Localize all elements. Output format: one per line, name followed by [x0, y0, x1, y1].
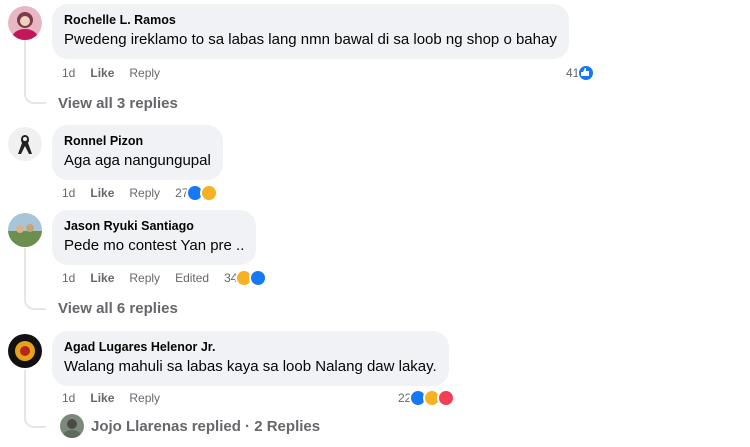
comment-time[interactable]: 1d [62, 271, 75, 285]
avatar-image [8, 127, 42, 161]
thread-curve [24, 296, 46, 310]
replies-summary-link[interactable]: Jojo Llarenas replied · 2 Replies [60, 414, 320, 438]
haha-icon [200, 184, 219, 202]
comment-author[interactable]: Ronnel Pizon [64, 133, 211, 149]
like-button[interactable]: Like [90, 271, 114, 285]
reaction-count[interactable]: 34 [224, 269, 268, 287]
love-icon [437, 389, 456, 407]
avatar-image [60, 414, 84, 438]
reply-button[interactable]: Reply [129, 391, 160, 405]
thread-curve [24, 414, 46, 428]
avatar[interactable] [8, 334, 42, 368]
avatar[interactable] [8, 213, 42, 247]
reaction-count[interactable]: 22 [398, 389, 456, 407]
comment-author[interactable]: Agad Lugares Helenor Jr. [64, 339, 437, 355]
view-replies-link[interactable]: View all 3 replies [58, 95, 178, 112]
comment-bubble: Agad Lugares Helenor Jr. Walang mahuli s… [52, 331, 449, 386]
reply-button[interactable]: Reply [129, 66, 160, 80]
like-button[interactable]: Like [90, 391, 114, 405]
comment-bubble: Jason Ryuki Santiago Pede mo contest Yan… [52, 210, 257, 265]
avatar-image [8, 213, 42, 247]
comment-actions: 1d Like Reply 27 [62, 184, 219, 202]
comment-time[interactable]: 1d [62, 186, 75, 200]
comment-actions: 1d Like Reply Edited 34 [62, 269, 268, 287]
thread-line [24, 248, 26, 300]
view-replies-link[interactable]: View all 6 replies [58, 300, 178, 317]
replier-name: Jojo Llarenas [91, 417, 188, 435]
thread-curve [24, 90, 46, 104]
like-icon [577, 64, 596, 82]
comment-text: Pwedeng ireklamo to sa labas lang nmn ba… [64, 31, 557, 48]
comment-actions: 1d Like Reply [62, 65, 175, 81]
reaction-count[interactable]: 41 [566, 64, 596, 82]
thread-line [24, 370, 26, 418]
reply-button[interactable]: Reply [129, 271, 160, 285]
comment-bubble: Rochelle L. Ramos Pwedeng ireklamo to sa… [52, 4, 569, 59]
comment-bubble: Ronnel Pizon Aga aga nangungupal [52, 125, 223, 180]
edited-label: Edited [175, 271, 210, 285]
comment-text: Aga aga nangungupal [64, 152, 211, 169]
comment-author[interactable]: Jason Ryuki Santiago [64, 218, 244, 234]
reply-avatar [60, 414, 84, 438]
comment-author[interactable]: Rochelle L. Ramos [64, 12, 557, 28]
reaction-count[interactable]: 27 [175, 184, 219, 202]
comment-text: Pede mo contest Yan pre .. [64, 237, 245, 254]
like-icon [249, 269, 268, 287]
comment-time[interactable]: 1d [62, 66, 75, 80]
comment-text: Walang mahuli sa labas kaya sa loob Nala… [64, 358, 437, 375]
comment-time[interactable]: 1d [62, 391, 75, 405]
thread-line [24, 40, 26, 94]
like-button[interactable]: Like [90, 66, 114, 80]
like-button[interactable]: Like [90, 186, 114, 200]
avatar[interactable] [8, 127, 42, 161]
replies-summary-text: replied · 2 Replies [191, 417, 321, 435]
avatar[interactable] [8, 6, 42, 40]
avatar-image [8, 6, 42, 40]
avatar-image [8, 334, 42, 368]
comment-actions: 1d Like Reply [62, 390, 175, 406]
reply-button[interactable]: Reply [129, 186, 160, 200]
